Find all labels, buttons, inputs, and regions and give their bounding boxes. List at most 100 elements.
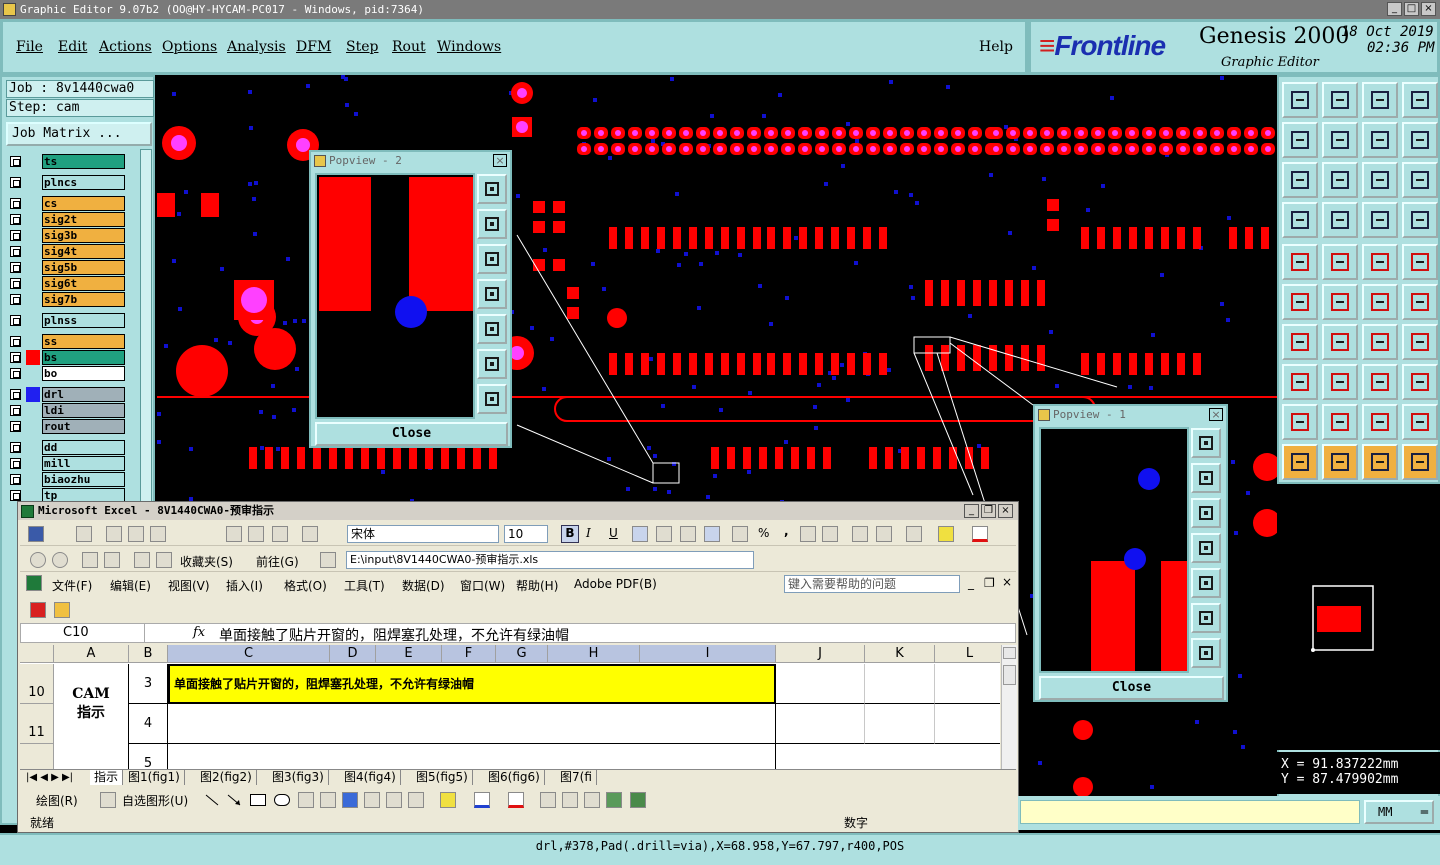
- layer-color-swatch[interactable]: [26, 260, 40, 275]
- resize-icon[interactable]: [1362, 364, 1398, 400]
- scroll-up-icon[interactable]: [1003, 647, 1016, 659]
- refresh-icon[interactable]: [104, 552, 120, 568]
- align-right-icon[interactable]: [680, 526, 696, 542]
- vertical-textbox-icon[interactable]: [320, 792, 336, 808]
- layer-name[interactable]: ldi: [42, 403, 125, 418]
- dash-style-icon[interactable]: [562, 792, 578, 808]
- line-style-icon[interactable]: [540, 792, 556, 808]
- layer-color-swatch[interactable]: [26, 366, 40, 381]
- menu-file[interactable]: File: [16, 39, 43, 55]
- job-matrix-button[interactable]: Job Matrix ...: [6, 122, 152, 146]
- sheet-tab[interactable]: 指示: [90, 770, 124, 785]
- line-icon[interactable]: [204, 792, 220, 808]
- popview-2-pan-left-icon[interactable]: [477, 279, 507, 309]
- triangle-icon[interactable]: [1282, 404, 1318, 440]
- popview-1-pan-down-icon[interactable]: [1191, 498, 1221, 528]
- open-job-icon[interactable]: [1282, 82, 1318, 118]
- layer-name[interactable]: plnss: [42, 313, 125, 328]
- layer-name[interactable]: sig3b: [42, 228, 125, 243]
- layer-color-swatch[interactable]: [26, 244, 40, 259]
- rotate-icon[interactable]: [1282, 364, 1318, 400]
- select-all-corner[interactable]: [20, 645, 54, 663]
- layer-checkbox[interactable]: [10, 368, 21, 379]
- wordart-icon[interactable]: [342, 792, 358, 808]
- layer-color-swatch[interactable]: [26, 350, 40, 365]
- layer-color-swatch[interactable]: [26, 472, 40, 487]
- popview-1-canvas[interactable]: [1039, 427, 1189, 673]
- cell-c12[interactable]: [168, 744, 776, 769]
- excel-menu-item[interactable]: 插入(I): [226, 577, 263, 594]
- layer-name[interactable]: ts: [42, 154, 125, 169]
- popview-1-zoom-fit-icon[interactable]: [1191, 603, 1221, 633]
- add-pad-icon[interactable]: [1282, 244, 1318, 280]
- excel-menu-item[interactable]: 数据(D): [402, 577, 445, 594]
- popview-1-pan-left-icon[interactable]: [1191, 533, 1221, 563]
- underline-button[interactable]: U: [609, 526, 618, 540]
- zoom-prev-icon[interactable]: [1282, 122, 1318, 158]
- font-size-select[interactable]: 10: [504, 525, 548, 543]
- textbox-icon[interactable]: [298, 792, 314, 808]
- menu-analysis[interactable]: Analysis: [227, 39, 286, 55]
- layers-compare-icon[interactable]: [1402, 202, 1438, 238]
- preview-icon[interactable]: [76, 526, 92, 542]
- cell-c10-selected[interactable]: 单面接触了贴片开窗的，阻焊塞孔处理，不允许有绿油帽: [168, 664, 776, 704]
- layer-color-swatch[interactable]: [26, 419, 40, 434]
- spreadsheet-grid[interactable]: ABCDEFGHIJKL 10 CAM 指示 3 单面接触了贴片开窗的，阻焊塞孔…: [20, 645, 1000, 769]
- layer-checkbox[interactable]: [10, 458, 21, 469]
- excel-menu-item[interactable]: 窗口(W): [460, 577, 505, 594]
- menu-dfm[interactable]: DFM: [296, 39, 331, 55]
- layer-checkbox[interactable]: [10, 442, 21, 453]
- layer-checkbox[interactable]: [10, 474, 21, 485]
- copy-icon[interactable]: [1362, 284, 1398, 320]
- cell-c11[interactable]: [168, 704, 776, 744]
- arch-tool-icon[interactable]: [1402, 404, 1438, 440]
- excel-menu-item[interactable]: 视图(V): [168, 577, 210, 594]
- popview-1-close-button[interactable]: Close: [1039, 676, 1224, 700]
- layer-name[interactable]: plncs: [42, 175, 125, 190]
- popview-1-close-icon[interactable]: ×: [1209, 408, 1223, 421]
- add-text-icon[interactable]: [1362, 244, 1398, 280]
- popview-2-canvas[interactable]: [315, 173, 475, 419]
- decrease-decimal-icon[interactable]: [822, 526, 838, 542]
- cell-j10[interactable]: [776, 664, 865, 704]
- popview-1-center-icon[interactable]: [1191, 638, 1221, 668]
- bold-button[interactable]: B: [561, 525, 579, 543]
- pdf-email-icon[interactable]: [54, 602, 70, 618]
- layer-name[interactable]: bs: [42, 350, 125, 365]
- sheet-tab[interactable]: 图7(fi: [556, 770, 597, 785]
- clipart-icon[interactable]: [386, 792, 402, 808]
- cell-k11[interactable]: [865, 704, 935, 744]
- help-icon[interactable]: [1402, 162, 1438, 198]
- row-header-11[interactable]: 11: [20, 704, 54, 744]
- layer-checkbox[interactable]: [10, 421, 21, 432]
- back-icon[interactable]: [30, 552, 46, 568]
- menu-rout[interactable]: Rout: [392, 39, 426, 55]
- popview-2-zoom-in-icon[interactable]: [477, 174, 507, 204]
- layer-checkbox[interactable]: [10, 294, 21, 305]
- arc-icon[interactable]: [1362, 324, 1398, 360]
- layers-view-icon[interactable]: [1362, 202, 1398, 238]
- increase-decimal-icon[interactable]: [800, 526, 816, 542]
- layer-checkbox[interactable]: [10, 230, 21, 241]
- layer-checkbox[interactable]: [10, 214, 21, 225]
- excel-menu-item[interactable]: 帮助(H): [516, 577, 558, 594]
- zoom-next-icon[interactable]: [1322, 122, 1358, 158]
- align-center-icon[interactable]: [656, 526, 672, 542]
- select-objects-icon[interactable]: [100, 792, 116, 808]
- draw-font-color-icon[interactable]: [508, 792, 524, 808]
- excel-menu-item[interactable]: 格式(O): [284, 577, 327, 594]
- cell-b10[interactable]: 3: [129, 664, 168, 704]
- layer-name[interactable]: sig2t: [42, 212, 125, 227]
- excel-menu-item[interactable]: Adobe PDF(B): [574, 577, 657, 591]
- shadow-icon[interactable]: [606, 792, 622, 808]
- layer-checkbox[interactable]: [10, 156, 21, 167]
- comma-button[interactable]: ,: [784, 524, 789, 538]
- column-header-e[interactable]: E: [376, 645, 442, 663]
- column-header-f[interactable]: F: [442, 645, 496, 663]
- grid-icon[interactable]: [1322, 202, 1358, 238]
- menu-options[interactable]: Options: [162, 39, 217, 55]
- insert-icon[interactable]: [302, 526, 318, 542]
- sheet-tab[interactable]: 图2(fig2): [196, 770, 257, 785]
- align-icon[interactable]: [272, 526, 288, 542]
- popview-2-zoom-fit-icon[interactable]: [477, 349, 507, 379]
